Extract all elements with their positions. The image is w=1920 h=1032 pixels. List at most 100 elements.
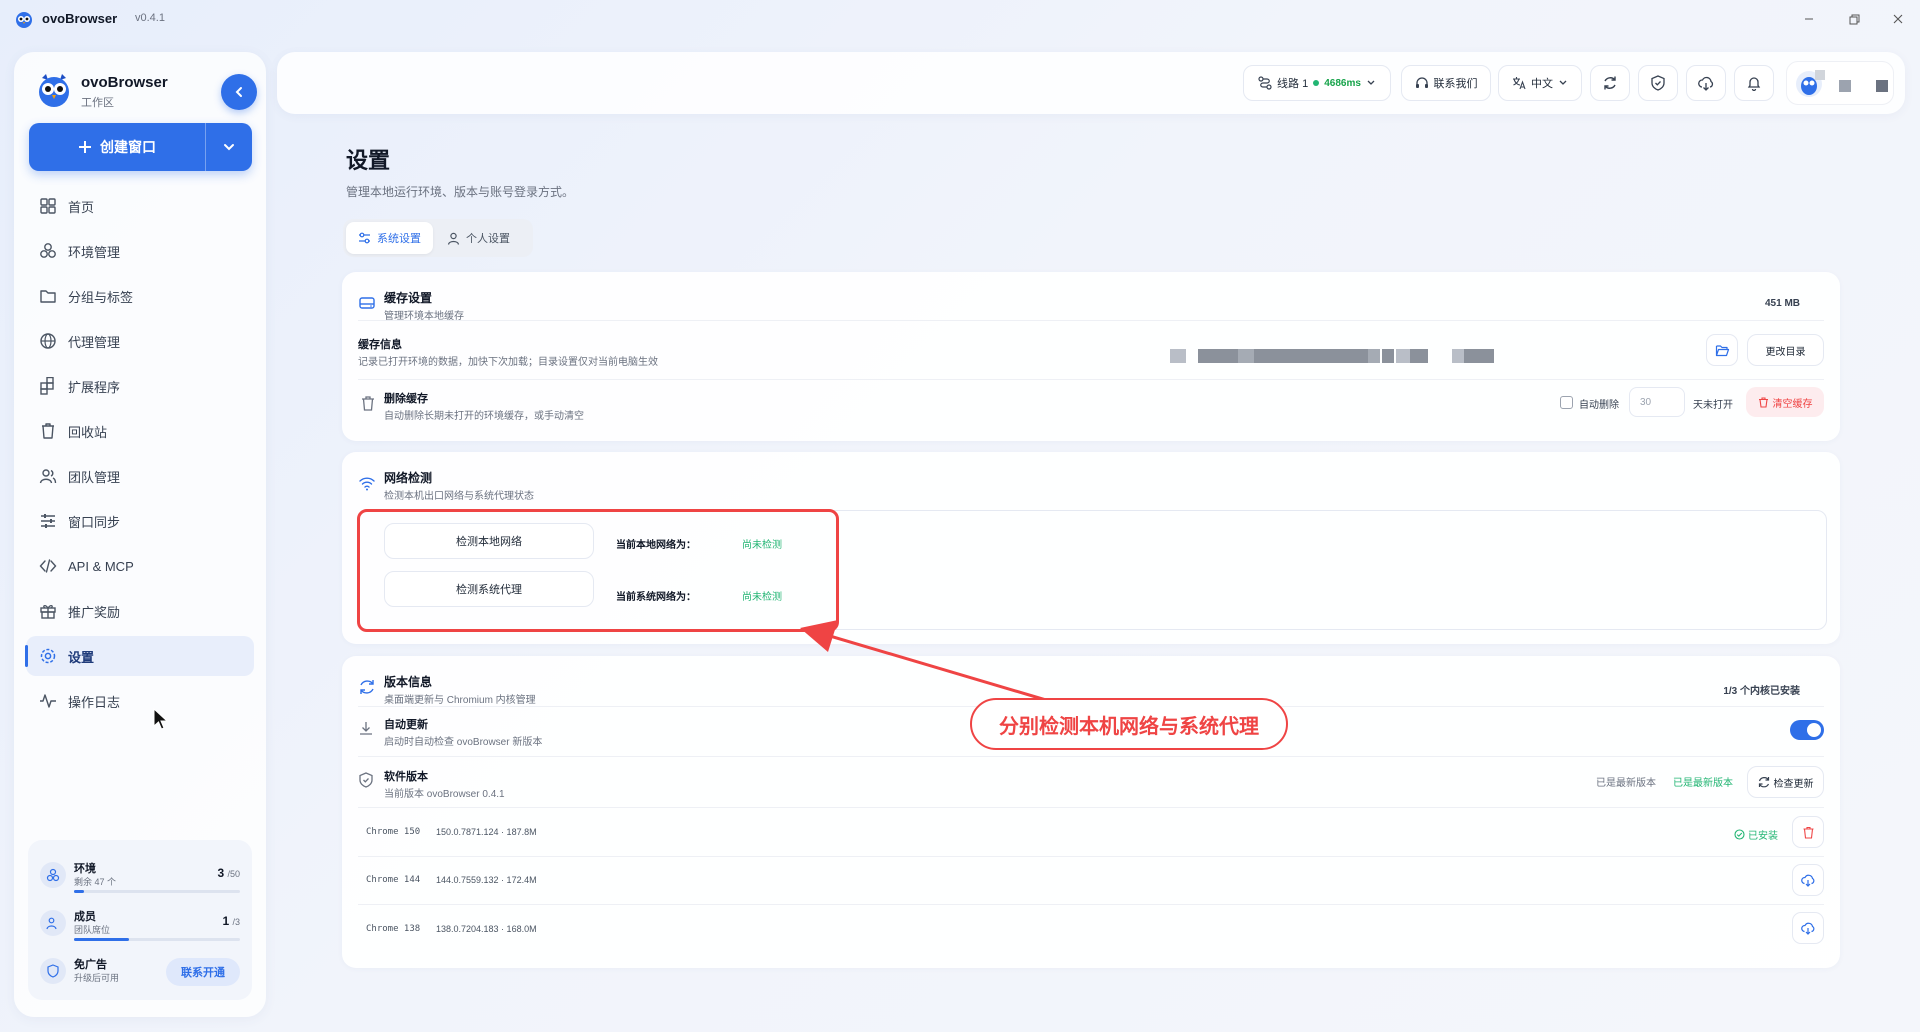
create-window-dropdown[interactable] bbox=[206, 123, 252, 171]
route-selector[interactable]: 线路 1 4686ms bbox=[1243, 65, 1391, 101]
translate-icon bbox=[1513, 77, 1526, 90]
sidebar-item-label: 分组与标签 bbox=[68, 289, 134, 305]
contact-us-button[interactable]: 联系我们 bbox=[1401, 65, 1491, 101]
tab-system-settings[interactable]: 系统设置 bbox=[346, 222, 433, 254]
version-section-subtitle: 桌面端更新与 Chromium 内核管理 bbox=[384, 695, 536, 706]
user-menu[interactable] bbox=[1786, 61, 1894, 105]
activity-icon bbox=[38, 691, 58, 711]
security-button[interactable] bbox=[1638, 65, 1678, 101]
auto-update-title: 自动更新 bbox=[384, 719, 428, 731]
sidebar-item-team[interactable]: 团队管理 bbox=[26, 456, 254, 496]
sidebar-item-logs[interactable]: 操作日志 bbox=[26, 681, 254, 721]
download-kernel-button[interactable] bbox=[1792, 912, 1824, 944]
sidebar: ovoBrowser 工作区 创建窗口 首页 环境管理 分组与标签 代理管理 扩… bbox=[14, 52, 266, 1017]
chevron-down-icon bbox=[1559, 80, 1567, 85]
sidebar-nav: 首页 环境管理 分组与标签 代理管理 扩展程序 回收站 团队管理 窗口同步 AP… bbox=[25, 186, 254, 726]
sidebar-item-label: 环境管理 bbox=[68, 244, 121, 260]
close-button[interactable] bbox=[1886, 8, 1910, 30]
cloud-download-icon bbox=[1698, 76, 1714, 91]
software-version-title: 软件版本 bbox=[384, 771, 428, 783]
check-circle-icon bbox=[1734, 829, 1745, 840]
cubes-icon bbox=[40, 862, 66, 888]
quota-panel: 环境 剩余 47 个 3 /50 成员 团队席位 1 /3 免广告 升级后可用 … bbox=[28, 840, 252, 1000]
quota-member-progress bbox=[74, 938, 240, 941]
check-update-button[interactable]: 检查更新 bbox=[1747, 766, 1824, 798]
kernel-name: Chrome 138 bbox=[366, 924, 421, 934]
open-folder-button[interactable] bbox=[1706, 334, 1738, 366]
puzzle-icon bbox=[38, 376, 58, 396]
quota-member-name: 成员 bbox=[74, 911, 96, 923]
users-icon bbox=[38, 466, 58, 486]
globe-icon bbox=[38, 331, 58, 351]
sidebar-item-proxies[interactable]: 代理管理 bbox=[26, 321, 254, 361]
download-kernel-button[interactable] bbox=[1792, 864, 1824, 896]
network-section-title: 网络检测 bbox=[384, 471, 433, 485]
title-bar: ovoBrowser v0.4.1 bbox=[0, 0, 1920, 38]
delete-kernel-button[interactable] bbox=[1792, 816, 1824, 848]
folder-icon bbox=[38, 286, 58, 306]
refresh-icon bbox=[1604, 76, 1616, 90]
sidebar-item-window-sync[interactable]: 窗口同步 bbox=[26, 501, 254, 541]
language-selector[interactable]: 中文 bbox=[1498, 65, 1582, 101]
days-input[interactable]: 30 bbox=[1629, 387, 1685, 417]
kernel-detail: 150.0.7871.124 · 187.8M bbox=[436, 827, 537, 837]
trash-icon bbox=[1758, 396, 1768, 408]
tab-label: 个人设置 bbox=[466, 233, 510, 245]
sidebar-item-environments[interactable]: 环境管理 bbox=[26, 231, 254, 271]
quota-env-progress bbox=[74, 890, 240, 893]
auto-delete-checkbox[interactable] bbox=[1560, 396, 1573, 409]
minimize-button[interactable] bbox=[1797, 8, 1821, 30]
route-label: 线路 1 bbox=[1277, 78, 1309, 90]
sidebar-item-referral[interactable]: 推广奖励 bbox=[26, 591, 254, 631]
sidebar-item-label: 操作日志 bbox=[68, 694, 121, 710]
contact-activate-button[interactable]: 联系开通 bbox=[166, 958, 240, 986]
collapse-sidebar-button[interactable] bbox=[221, 74, 257, 110]
app-title: ovoBrowser bbox=[42, 11, 118, 26]
notifications-button[interactable] bbox=[1734, 65, 1774, 101]
restore-button[interactable] bbox=[1842, 8, 1866, 30]
sidebar-item-groups[interactable]: 分组与标签 bbox=[26, 276, 254, 316]
sidebar-item-label: 窗口同步 bbox=[68, 514, 121, 530]
cache-size: 451 MB bbox=[1764, 298, 1800, 309]
latest-version-text: 已是最新版本 bbox=[1596, 778, 1656, 789]
kernel-name: Chrome 150 bbox=[366, 827, 421, 837]
language-label: 中文 bbox=[1531, 78, 1553, 90]
network-section-subtitle: 检测本机出口网络与系统代理状态 bbox=[384, 491, 534, 502]
sidebar-item-label: 扩展程序 bbox=[68, 379, 121, 395]
divider bbox=[358, 320, 1824, 321]
create-window-button[interactable]: 创建窗口 bbox=[29, 123, 206, 171]
sidebar-item-recycle-bin[interactable]: 回收站 bbox=[26, 411, 254, 451]
route-icon bbox=[1258, 76, 1272, 90]
cache-info-title: 缓存信息 bbox=[358, 339, 402, 351]
wifi-icon bbox=[358, 474, 376, 492]
clear-cache-button[interactable]: 清空缓存 bbox=[1746, 387, 1824, 417]
contact-us-label: 联系我们 bbox=[1433, 78, 1478, 90]
chevron-down-icon bbox=[224, 144, 234, 151]
kernel-name: Chrome 144 bbox=[366, 875, 421, 885]
tab-label: 系统设置 bbox=[377, 233, 421, 245]
cache-settings-card: 缓存设置 管理环境本地缓存 451 MB 缓存信息 记录已打开环境的数据，加快下… bbox=[342, 272, 1840, 441]
quota-member-sub: 团队席位 bbox=[74, 925, 111, 935]
annotation-callout: 分别检测本机网络与系统代理 bbox=[970, 698, 1288, 750]
change-directory-button[interactable]: 更改目录 bbox=[1747, 334, 1824, 366]
chevron-down-icon bbox=[1367, 80, 1375, 85]
refresh-button[interactable] bbox=[1590, 65, 1630, 101]
headset-icon bbox=[1415, 77, 1428, 88]
sliders-icon bbox=[38, 511, 58, 531]
top-bar: 线路 1 4686ms 联系我们 中文 bbox=[277, 52, 1905, 114]
auto-delete-label: 自动删除 bbox=[1579, 400, 1619, 411]
cloud-download-button[interactable] bbox=[1686, 65, 1726, 101]
sidebar-item-extensions[interactable]: 扩展程序 bbox=[26, 366, 254, 406]
auto-update-toggle[interactable] bbox=[1790, 720, 1824, 740]
tab-personal-settings[interactable]: 个人设置 bbox=[435, 222, 522, 254]
kernel-install-status: 1/3 个内核已安装 bbox=[1723, 686, 1800, 697]
sidebar-item-home[interactable]: 首页 bbox=[26, 186, 254, 226]
quota-environments: 环境 剩余 47 个 3 /50 bbox=[40, 854, 240, 900]
cache-info-subtitle: 记录已打开环境的数据，加快下次加载；目录设置仅对当前电脑生效 bbox=[358, 357, 658, 368]
divider bbox=[358, 807, 1824, 808]
cache-section-title: 缓存设置 bbox=[384, 291, 433, 305]
sidebar-item-settings[interactable]: 设置 bbox=[25, 636, 254, 676]
kernel-detail: 138.0.7204.183 · 168.0M bbox=[436, 924, 537, 934]
quota-env-count: 3 /50 bbox=[217, 866, 240, 880]
sidebar-item-api-mcp[interactable]: API & MCP bbox=[26, 546, 254, 586]
